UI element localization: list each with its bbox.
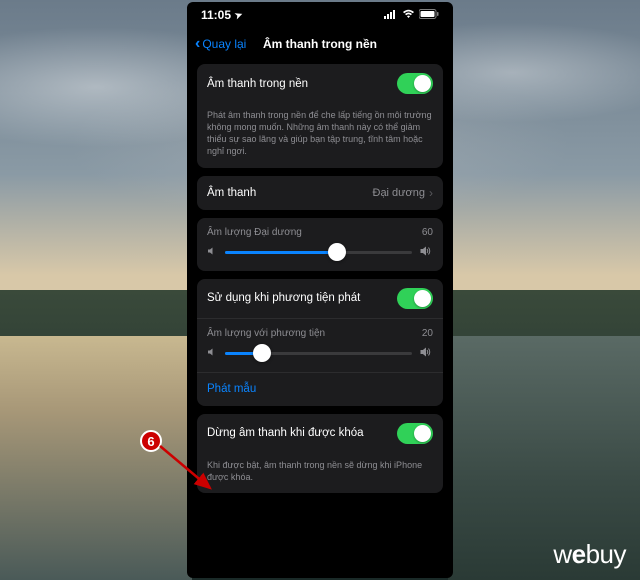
signal-icon [384, 8, 398, 22]
speaker-low-icon [207, 347, 217, 360]
volume-slider[interactable] [225, 251, 412, 254]
group-volume: Âm lượng Đại dương 60 [197, 218, 443, 271]
location-icon: ➤ [233, 9, 244, 22]
row-value: Đại dương [373, 187, 426, 199]
page-title: Âm thanh trong nền [263, 37, 377, 51]
back-button[interactable]: ‹ Quay lại [195, 35, 246, 53]
row-stop-when-locked[interactable]: Dừng âm thanh khi được khóa [197, 414, 443, 453]
annotation-number: 6 [140, 430, 162, 452]
group-sound-select: Âm thanh Đại dương › [197, 176, 443, 210]
back-label: Quay lại [202, 37, 246, 51]
status-time: 11:05 [201, 8, 231, 22]
row-sound[interactable]: Âm thanh Đại dương › [197, 176, 443, 210]
row-label: Dừng âm thanh khi được khóa [207, 427, 364, 439]
background-water-left [0, 336, 192, 580]
content-scroll[interactable]: Âm thanh trong nền Phát âm thanh trong n… [187, 60, 453, 578]
row-volume-ocean: Âm lượng Đại dương 60 [197, 218, 443, 271]
status-bar: 11:05 ➤ [187, 2, 453, 28]
nav-bar: ‹ Quay lại Âm thanh trong nền [187, 28, 453, 60]
link-label: Phát mẫu [207, 383, 256, 395]
slider-value: 60 [422, 227, 433, 238]
chevron-right-icon: › [429, 186, 433, 200]
row-play-sample[interactable]: Phát mẫu [197, 372, 443, 406]
speaker-high-icon [420, 246, 433, 259]
speaker-high-icon [420, 347, 433, 360]
row-label: Âm thanh trong nền [207, 78, 308, 90]
row-use-with-media[interactable]: Sử dụng khi phương tiện phát [197, 279, 443, 318]
annotation-marker: 6 [140, 430, 162, 452]
row-label: Âm thanh [207, 187, 256, 199]
slider-label: Âm lượng Đại dương [207, 227, 302, 238]
slider-value: 20 [422, 328, 433, 339]
wifi-icon [402, 8, 415, 22]
group-media: Sử dụng khi phương tiện phát Âm lượng vớ… [197, 279, 443, 406]
watermark-e: e [572, 539, 586, 569]
toggle-background-sound[interactable] [397, 73, 433, 94]
chevron-left-icon: ‹ [195, 35, 200, 53]
row-background-sound[interactable]: Âm thanh trong nền [197, 64, 443, 103]
row-label: Sử dụng khi phương tiện phát [207, 292, 360, 304]
speaker-low-icon [207, 246, 217, 259]
row-volume-media: Âm lượng với phương tiện 20 [197, 318, 443, 372]
media-volume-slider[interactable] [225, 352, 412, 355]
footer-background-sound: Phát âm thanh trong nền để che lấp tiếng… [197, 103, 443, 168]
group-stop-when-locked: Dừng âm thanh khi được khóa Khi được bật… [197, 414, 443, 493]
group-background-sound-toggle: Âm thanh trong nền Phát âm thanh trong n… [197, 64, 443, 168]
toggle-use-with-media[interactable] [397, 288, 433, 309]
slider-label: Âm lượng với phương tiện [207, 328, 325, 339]
toggle-stop-when-locked[interactable] [397, 423, 433, 444]
watermark-w: w [553, 539, 571, 569]
phone-frame: 11:05 ➤ ‹ Quay lại Âm thanh trong nền Âm… [187, 2, 453, 578]
battery-icon [419, 8, 439, 22]
footer-stop-when-locked: Khi được bật, âm thanh trong nền sẽ dừng… [197, 453, 443, 493]
watermark: webuy [553, 539, 626, 570]
watermark-buy: buy [586, 539, 626, 569]
